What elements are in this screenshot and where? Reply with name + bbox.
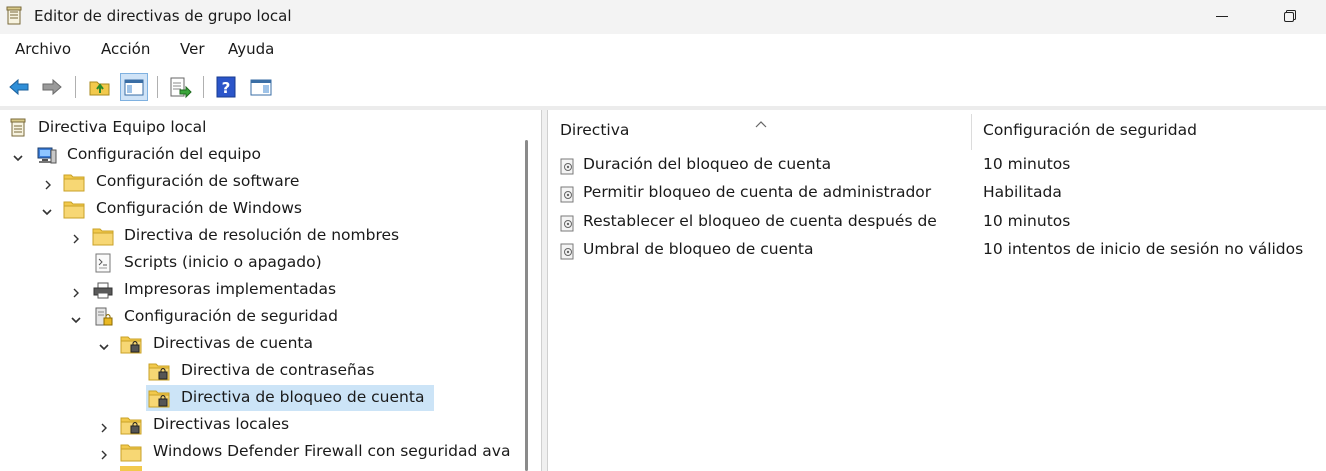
list-row[interactable]: Permitir bloqueo de cuenta de administra… [548,181,1326,207]
chevron-right-icon[interactable] [70,231,82,244]
toolbar-separator [75,76,76,98]
column-header-setting[interactable]: Configuración de seguridad [983,121,1197,139]
maximize-button[interactable] [1266,0,1312,34]
policy-setting-icon [559,243,577,261]
chevron-down-icon[interactable] [70,312,82,324]
policy-value: 10 intentos de inicio de sesión no válid… [983,240,1304,258]
menu-ayuda[interactable]: Ayuda [228,40,274,58]
policy-setting-icon [559,215,577,233]
chevron-right-icon[interactable] [98,447,110,460]
tree-item-label: Directivas locales [153,415,290,433]
tree-item-label: Directivas de cuenta [153,334,313,352]
tree-scrollbar[interactable] [525,140,528,471]
tree-item-computer-config[interactable]: Configuración del equipo [0,142,520,168]
policy-value: 10 minutos [983,155,1071,173]
menu-accion[interactable]: Acción [101,40,150,58]
tree-item-label: Directiva Equipo local [38,118,207,136]
tree-item-name-resolution[interactable]: Directiva de resolución de nombres [0,223,520,249]
tree-item-local-policies[interactable]: Directivas locales [0,412,520,438]
menu-archivo[interactable]: Archivo [15,40,71,58]
column-header-policy[interactable]: Directiva [560,121,629,139]
list-row[interactable]: Restablecer el bloqueo de cuenta después… [548,210,1326,236]
tree-item-security-config[interactable]: Configuración de seguridad [0,304,520,330]
tree-item-windows-config[interactable]: Configuración de Windows [0,196,520,222]
tree-item-label: Configuración del equipo [67,145,261,163]
policy-document-icon [8,117,30,139]
minimize-button[interactable] [1198,0,1244,34]
policy-setting-icon [559,186,577,204]
tree-item-scripts[interactable]: Scripts (inicio o apagado) [0,250,520,276]
folder-icon [120,466,142,471]
show-hide-action-pane-icon[interactable] [249,75,273,99]
toolbar: ? [0,68,1326,106]
up-folder-icon[interactable] [88,75,112,99]
tree-item-label: Windows Defender Firewall con seguridad … [153,442,511,460]
tree-item-label: Configuración de software [96,172,300,190]
forward-arrow-icon[interactable] [40,75,64,99]
policy-value: 10 minutos [983,212,1071,230]
toolbar-separator [203,76,204,98]
locked-folder-icon [148,387,170,409]
locked-folder-icon [148,360,170,382]
chevron-down-icon[interactable] [12,150,24,162]
tree-item-label: Configuración de Windows [96,199,302,217]
back-arrow-icon[interactable] [7,75,31,99]
restore-icon [1284,10,1296,22]
toolbar-separator [157,76,158,98]
folder-icon [63,198,85,220]
help-icon[interactable]: ? [214,75,238,99]
chevron-right-icon[interactable] [70,285,82,298]
tree-item-account-policies[interactable]: Directivas de cuenta [0,331,520,357]
locked-folder-icon [120,414,142,436]
policy-name: Duración del bloqueo de cuenta [583,155,832,173]
tree-item-firewall[interactable]: Windows Defender Firewall con seguridad … [0,439,520,465]
policy-name: Restablecer el bloqueo de cuenta después… [583,212,937,230]
script-icon [93,252,115,274]
export-list-icon[interactable] [168,75,192,99]
locked-folder-icon [120,333,142,355]
show-hide-tree-icon [124,79,144,96]
tree-item-label: Directiva de contraseñas [181,361,375,379]
show-hide-tree-button[interactable] [120,73,148,101]
column-separator[interactable] [971,114,972,150]
tree-item-software-config[interactable]: Configuración de software [0,169,520,195]
tree-item-label: Directiva de resolución de nombres [124,226,400,244]
chevron-right-icon[interactable] [98,420,110,433]
tree-item-password-policy[interactable]: Directiva de contraseñas [0,358,520,384]
tree-item-label: Directiva de bloqueo de cuenta [181,388,425,406]
chevron-right-icon[interactable] [42,177,54,190]
printer-icon [92,279,114,301]
chevron-down-icon[interactable] [98,339,110,351]
list-row[interactable]: Umbral de bloqueo de cuenta 10 intentos … [548,238,1326,264]
list-row[interactable]: Duración del bloqueo de cuenta 10 minuto… [548,153,1326,179]
tree-item-label: Impresoras implementadas [124,280,337,298]
policy-value: Habilitada [983,183,1062,201]
tree-item-lockout-policy[interactable]: Directiva de bloqueo de cuenta [0,385,520,411]
tree-item-label: Scripts (inicio o apagado) [124,253,322,271]
tree-item-root[interactable]: Directiva Equipo local [0,115,520,141]
title-bar: Editor de directivas de grupo local [0,0,1326,34]
policy-name: Umbral de bloqueo de cuenta [583,240,814,258]
security-config-icon [93,306,115,328]
tree-item-printers[interactable]: Impresoras implementadas [0,277,520,303]
folder-icon [120,441,142,463]
policy-name: Permitir bloqueo de cuenta de administra… [583,183,932,201]
menu-ver[interactable]: Ver [180,40,205,58]
chevron-down-icon[interactable] [41,204,53,216]
computer-icon [35,144,57,166]
window-title: Editor de directivas de grupo local [34,7,292,25]
policy-document-icon [6,6,22,26]
menu-bar: Archivo Acción Ver Ayuda [0,34,1326,66]
sort-ascending-icon [754,114,768,132]
svg-text:?: ? [222,79,231,97]
folder-icon [63,171,85,193]
folder-icon [92,225,114,247]
policy-setting-icon [559,158,577,176]
tree-item-label: Configuración de seguridad [124,307,338,325]
